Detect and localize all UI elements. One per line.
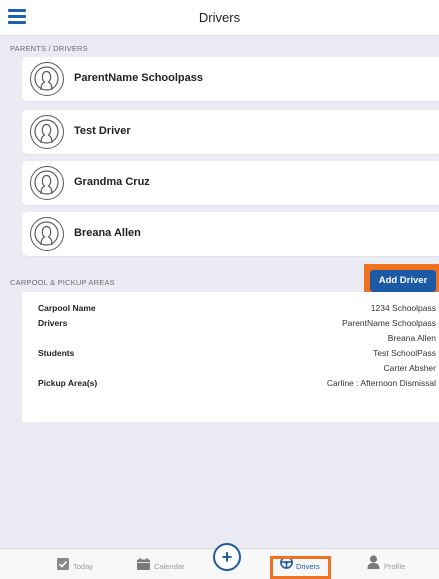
page-title: Drivers	[198, 10, 241, 25]
tab-calendar-label: Calendar	[154, 562, 185, 571]
tab-today-label: Today	[73, 562, 94, 571]
tab-today[interactable]: Today	[55, 549, 115, 579]
students-value: Test SchoolPass	[373, 348, 436, 358]
drivers-value: Breana Allen	[387, 333, 436, 343]
driver-card[interactable]: Test Driver	[22, 110, 439, 154]
tab-profile-label: Profile	[384, 562, 406, 571]
tab-profile[interactable]: Profile	[367, 549, 422, 579]
students-label: Students	[38, 348, 75, 358]
carpool-name-label: Carpool Name	[38, 303, 96, 313]
students-value: Carter Absher	[383, 363, 436, 373]
driver-card[interactable]: Grandma Cruz	[22, 161, 439, 205]
add-driver-button[interactable]: Add Driver	[370, 270, 436, 292]
avatar-icon	[30, 166, 64, 200]
calendar-icon	[137, 557, 150, 575]
drivers-value: ParentName Schoolpass	[341, 318, 436, 328]
pickup-areas-label: Pickup Area(s)	[38, 378, 98, 388]
driver-name: Grandma Cruz	[74, 176, 150, 188]
parents-drivers-section-label: PARENTS / DRIVERS	[10, 44, 88, 53]
plus-icon: +	[221, 547, 233, 567]
driver-card[interactable]: ParentName Schoolpass	[22, 57, 439, 101]
drivers-tab-highlight	[270, 556, 331, 579]
driver-name: ParentName Schoolpass	[74, 72, 203, 84]
drivers-label: Drivers	[38, 318, 68, 328]
person-icon	[367, 555, 380, 574]
tab-calendar[interactable]: Calendar	[135, 549, 205, 579]
avatar-icon	[30, 217, 64, 251]
checkbox-icon	[57, 557, 69, 575]
driver-name: Breana Allen	[74, 227, 141, 239]
avatar-icon	[30, 62, 64, 96]
pickup-areas-value: Carline : Afternoon Dismissal	[326, 378, 436, 388]
add-floating-button[interactable]: +	[213, 543, 241, 571]
carpool-section-label: CARPOOL & PICKUP AREAS	[10, 278, 115, 287]
carpool-name-value: 1234 Schoolpass	[370, 303, 436, 313]
top-bar: Drivers	[0, 0, 439, 36]
driver-card[interactable]: Breana Allen	[22, 212, 439, 256]
avatar-icon	[30, 115, 64, 149]
carpool-card: Carpool Name 1234 Schoolpass Drivers Par…	[22, 292, 439, 422]
driver-name: Test Driver	[74, 125, 131, 137]
